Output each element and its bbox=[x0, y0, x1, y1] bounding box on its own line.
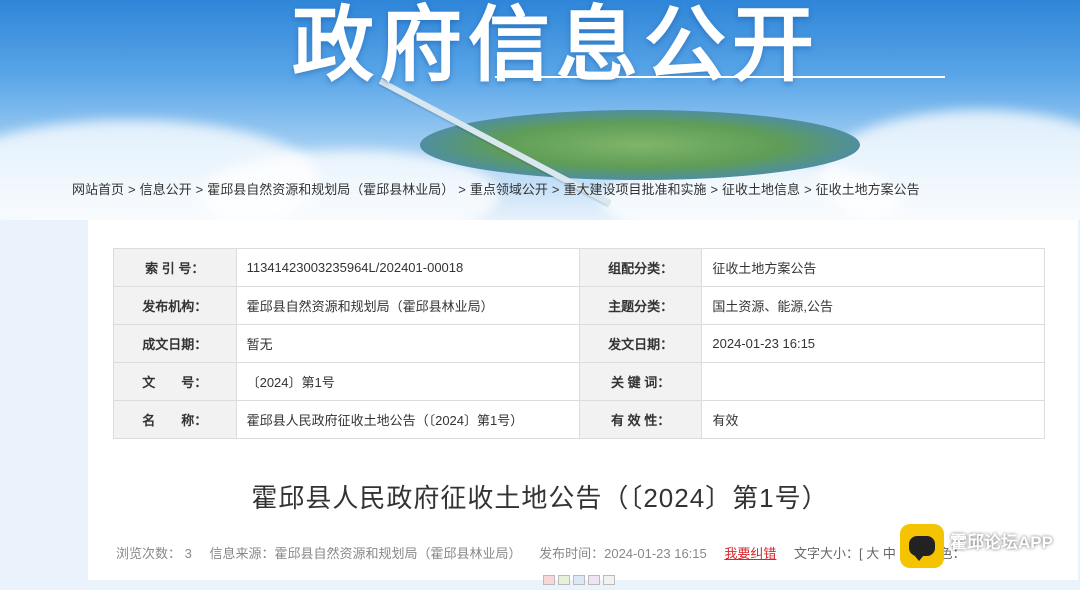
value-category: 征收土地方案公告 bbox=[701, 248, 1045, 287]
breadcrumb-land-expropriation[interactable]: 征收土地信息 bbox=[722, 182, 800, 197]
label-publisher: 发布机构： bbox=[113, 286, 237, 325]
breadcrumb-info-public[interactable]: 信息公开 bbox=[140, 182, 192, 197]
info-source: 信息来源：霍邱县自然资源和规划局（霍邱县林业局） bbox=[209, 546, 522, 561]
label-category: 组配分类： bbox=[578, 248, 703, 287]
label-issue-date: 发文日期： bbox=[578, 324, 703, 363]
label-keywords: 关 键 词： bbox=[578, 362, 703, 401]
table-row: 发布机构： 霍邱县自然资源和规划局（霍邱县林业局） 主题分类： 国土资源、能源,… bbox=[113, 286, 1045, 325]
view-count: 浏览次数： 3 bbox=[116, 546, 192, 561]
breadcrumb-key-areas[interactable]: 重点领域公开 bbox=[470, 182, 548, 197]
breadcrumb-current[interactable]: 征收土地方案公告 bbox=[816, 182, 920, 197]
info-bar: 浏览次数： 3 信息来源：霍邱县自然资源和规划局（霍邱县林业局） 发布时间：20… bbox=[116, 543, 980, 562]
value-index-number: 11341423003235964L/202401-00018 bbox=[235, 248, 580, 287]
app-watermark-name: 霍邱论坛APP bbox=[950, 533, 1053, 552]
breadcrumb-bureau[interactable]: 霍邱县自然资源和规划局（霍邱县林业局） bbox=[207, 182, 454, 197]
label-topic: 主题分类： bbox=[578, 286, 703, 325]
report-error-link[interactable]: 我要纠错 bbox=[724, 546, 776, 561]
value-issue-date: 2024-01-23 16:15 bbox=[701, 324, 1045, 363]
banner-title: 政府信息公开 bbox=[292, 0, 821, 91]
island-graphic bbox=[420, 110, 860, 180]
breadcrumb-major-projects[interactable]: 重大建设项目批准和实施 bbox=[563, 182, 706, 197]
label-index-number: 索 引 号： bbox=[113, 248, 237, 287]
value-publisher: 霍邱县自然资源和规划局（霍邱县林业局） bbox=[235, 286, 580, 325]
metadata-table: 索 引 号： 11341423003235964L/202401-00018 组… bbox=[113, 248, 1045, 439]
table-row: 成文日期： 暂无 发文日期： 2024-01-23 16:15 bbox=[113, 324, 1045, 363]
value-topic: 国土资源、能源,公告 bbox=[701, 286, 1045, 325]
breadcrumb-home[interactable]: 网站首页 bbox=[72, 182, 124, 197]
font-size-control[interactable]: 文字大小：[ 大 中 bbox=[794, 546, 896, 561]
banner-underline bbox=[495, 76, 945, 78]
publish-time: 发布时间：2024-01-23 16:15 bbox=[539, 546, 707, 561]
document-title: 霍邱县人民政府征收土地公告（〔2024〕第1号） bbox=[251, 483, 829, 513]
chat-bubble-icon: ••• bbox=[900, 524, 944, 568]
label-name: 名 称： bbox=[113, 400, 237, 439]
table-row: 索 引 号： 11341423003235964L/202401-00018 组… bbox=[113, 248, 1045, 287]
value-doc-number: 〔2024〕第1号 bbox=[235, 362, 580, 401]
label-written-date: 成文日期： bbox=[113, 324, 237, 363]
label-doc-number: 文 号： bbox=[113, 362, 237, 401]
value-keywords bbox=[701, 362, 1045, 401]
label-validity: 有 效 性： bbox=[578, 400, 703, 439]
table-row: 文 号： 〔2024〕第1号 关 键 词： bbox=[113, 362, 1045, 401]
breadcrumb: 网站首页 > 信息公开 > 霍邱县自然资源和规划局（霍邱县林业局） > 重点领域公开 > 重大建… bbox=[72, 182, 920, 197]
value-name: 霍邱县人民政府征收土地公告（〔2024〕第1号） bbox=[235, 400, 580, 439]
value-validity: 有效 bbox=[701, 400, 1045, 439]
table-row: 名 称： 霍邱县人民政府征收土地公告（〔2024〕第1号） 有 效 性： 有效 bbox=[113, 400, 1045, 439]
color-swatches[interactable] bbox=[543, 572, 618, 590]
value-written-date: 暂无 bbox=[235, 324, 580, 363]
